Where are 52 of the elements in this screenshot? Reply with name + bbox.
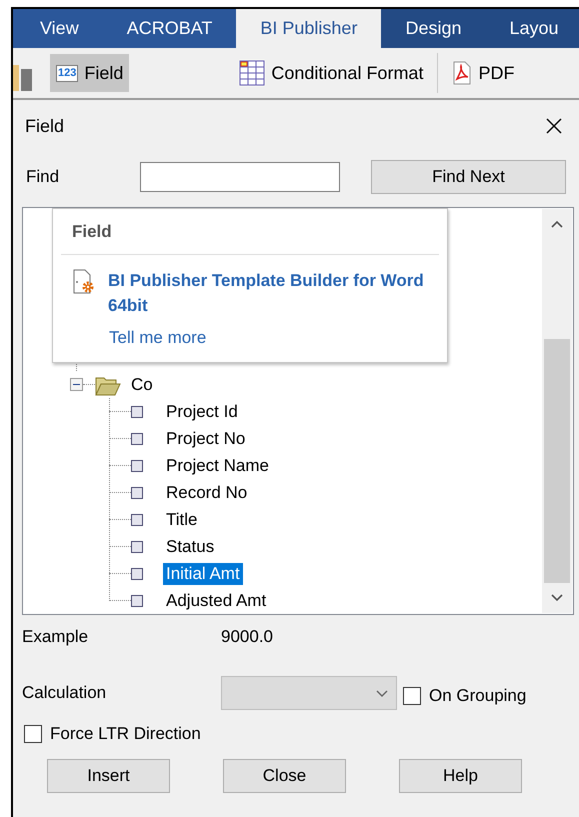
ribbon-tab[interactable]: View — [13, 9, 103, 48]
ribbon-tab[interactable]: Layou — [485, 9, 579, 48]
dialog-button[interactable]: Help — [399, 759, 522, 793]
ribbon-tab[interactable]: BI Publisher — [236, 9, 382, 48]
field-icon — [131, 460, 143, 472]
field-icon — [131, 486, 143, 498]
checkbox[interactable] — [24, 725, 42, 743]
field-icon — [131, 406, 143, 418]
ribbon-button[interactable]: Conditional Format — [233, 54, 430, 92]
ribbon-button[interactable]: 123 Field — [50, 54, 130, 92]
ribbon-tab[interactable]: ACROBAT — [102, 9, 236, 48]
scroll-down-icon — [551, 594, 563, 602]
tree-item[interactable]: Project No — [163, 428, 248, 450]
checkbox-label: Force LTR Direction — [50, 724, 201, 744]
dropdown-chevron-icon — [376, 690, 388, 696]
example-label: Example — [22, 627, 90, 647]
field-icon — [131, 540, 143, 552]
tooltip-heading: BI Publisher Template Builder for Word 64bit — [108, 270, 425, 317]
tree-item[interactable]: Project Id — [163, 400, 241, 422]
collapse-toggle[interactable] — [70, 378, 83, 391]
calculation-label: Calculation — [22, 683, 108, 703]
tell-me-more-link[interactable]: Tell me more — [109, 328, 206, 348]
checkbox-label: On Grouping — [429, 686, 526, 706]
close-icon — [546, 118, 562, 134]
find-field[interactable] — [140, 162, 340, 192]
tree-item[interactable]: Initial Amt — [163, 562, 243, 584]
dialog-title: Field — [25, 116, 64, 136]
ribbon-tab[interactable]: Design — [381, 9, 486, 48]
scrollbar-thumb[interactable] — [544, 339, 570, 583]
dialog-button[interactable]: Close — [223, 759, 346, 793]
tree-item[interactable]: Record No — [163, 482, 250, 504]
tooltip-title: Field — [61, 209, 439, 255]
document-gear-icon — [72, 268, 96, 296]
tree-item[interactable]: Title — [163, 508, 200, 530]
field-icon — [131, 514, 143, 526]
dialog-button[interactable]: Insert — [47, 759, 170, 793]
example-value: 9000.0 — [221, 627, 273, 647]
scroll-up-icon — [551, 220, 563, 228]
find-label: Find — [25, 167, 60, 187]
scrollbar[interactable] — [542, 209, 572, 613]
find-next-button[interactable]: Find Next — [371, 160, 566, 194]
tree-item[interactable]: Adjusted Amt — [163, 590, 270, 612]
tree-item[interactable]: Project Name — [163, 454, 272, 476]
field-icon — [131, 594, 143, 606]
field-icon — [131, 568, 143, 580]
ribbon-button[interactable]: PDF — [446, 54, 520, 92]
table-icon — [239, 60, 266, 86]
field-icon — [131, 432, 143, 444]
tree-item[interactable]: Status — [163, 536, 218, 558]
number-field-icon: 123 — [56, 64, 78, 82]
pdf-document-icon — [452, 61, 472, 85]
tree-item[interactable]: Co — [131, 374, 153, 394]
